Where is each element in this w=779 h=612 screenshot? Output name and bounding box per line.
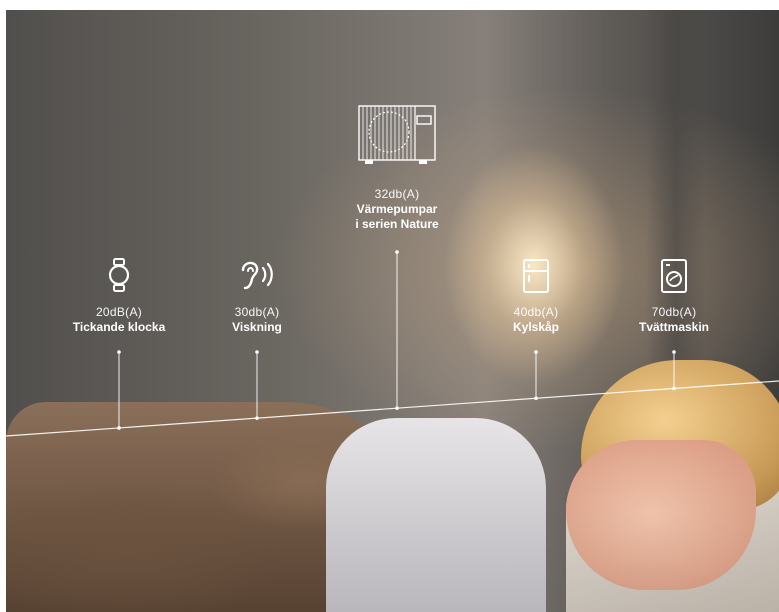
category-label: Värmepumpar i serien Nature (355, 202, 439, 231)
category-label: Kylskåp (512, 320, 560, 334)
data-point-3-base (534, 396, 538, 401)
data-point-4-base (672, 386, 676, 391)
washing-machine-icon (660, 258, 688, 299)
value-label: 32db(A) (374, 187, 420, 201)
point-label-whisper: 30db(A) Viskning (177, 305, 337, 335)
data-point-2-top (395, 250, 399, 254)
point-label-fridge: 40db(A) Kylskåp (456, 305, 616, 335)
data-point-0-top (117, 350, 121, 354)
category-label: Tvättmaskin (638, 320, 710, 334)
data-point-2-base (395, 406, 399, 410)
data-point-3-top (534, 350, 538, 354)
ear-icon (237, 258, 277, 297)
trend-line (5, 380, 779, 437)
data-point-4-top (672, 350, 676, 354)
point-label-washer: 70db(A) Tvättmaskin (594, 305, 754, 335)
data-point-1-base (255, 416, 259, 420)
value-label: 70db(A) (651, 305, 697, 319)
category-label: Tickande klocka (72, 320, 166, 334)
value-label: 20dB(A) (95, 305, 143, 319)
point-label-heat-pump: 32db(A) Värmepumpar i serien Nature (317, 187, 477, 232)
fridge-icon (522, 258, 550, 299)
data-point-1-top (255, 350, 259, 354)
point-label-clock: 20dB(A) Tickande klocka (39, 305, 199, 335)
clock-icon (106, 258, 132, 297)
stems (117, 250, 676, 430)
heat-pump-icon (357, 104, 437, 171)
value-label: 40db(A) (513, 305, 559, 319)
value-label: 30db(A) (234, 305, 280, 319)
data-point-0-base (117, 426, 121, 430)
category-label: Viskning (232, 320, 282, 334)
